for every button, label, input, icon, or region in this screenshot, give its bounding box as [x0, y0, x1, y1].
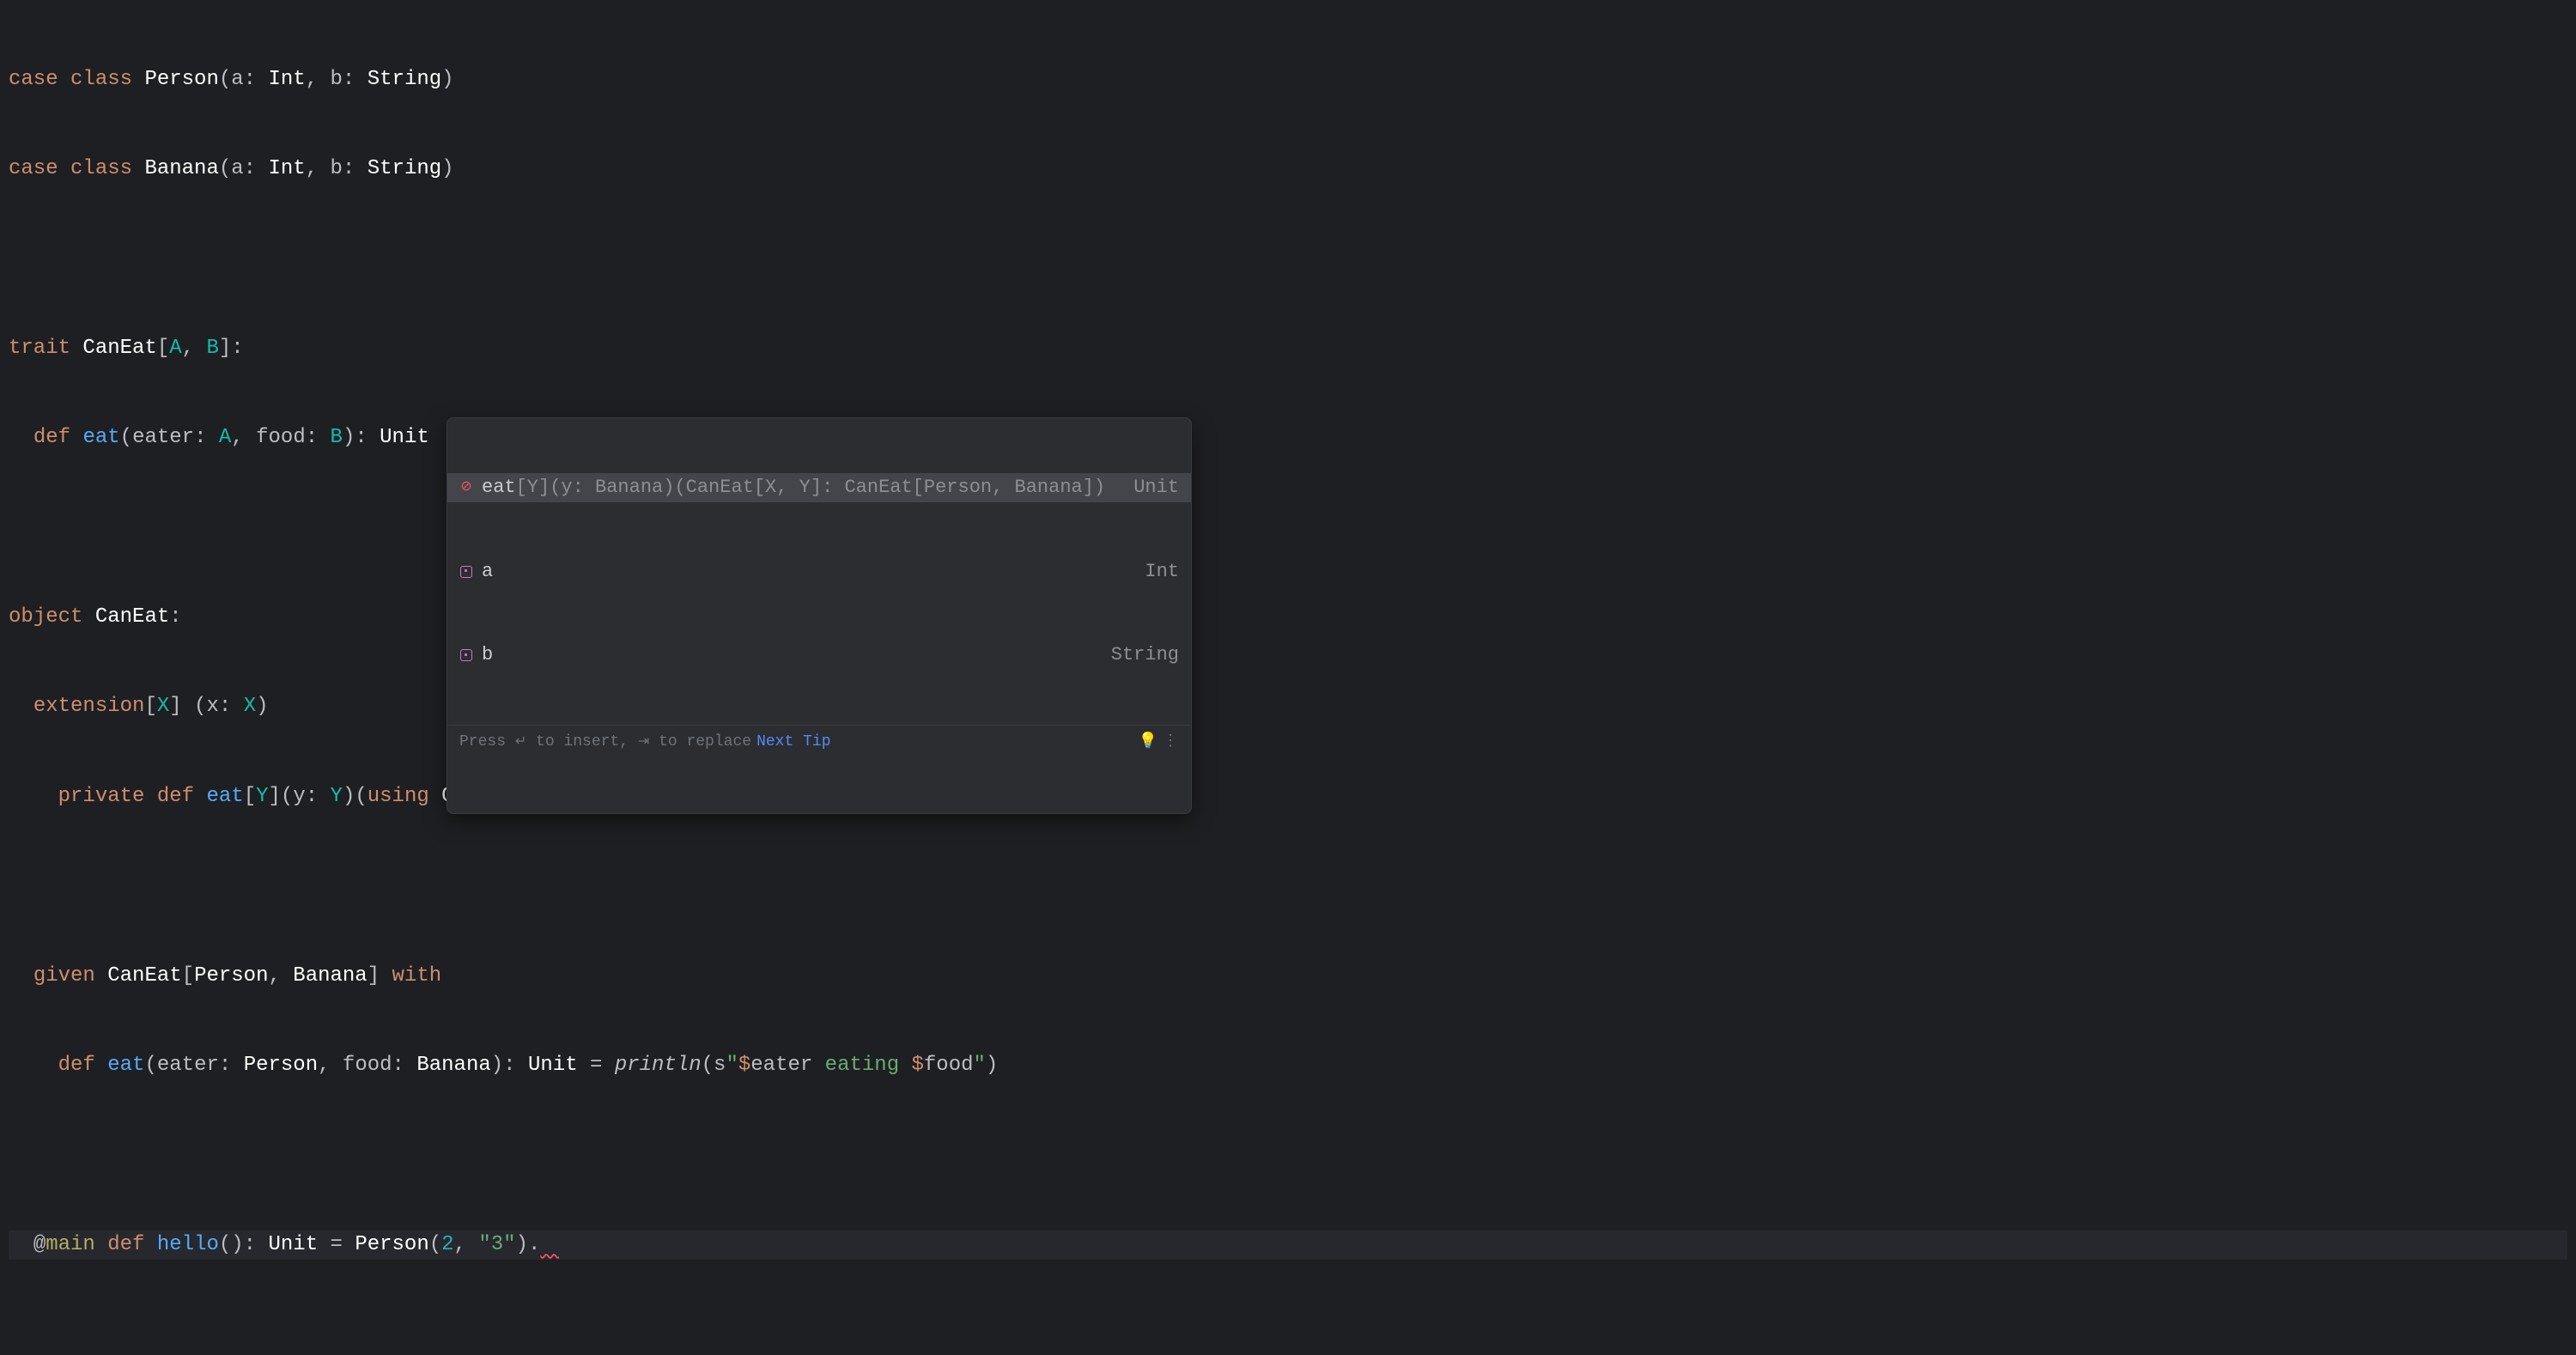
code-line[interactable]: case class Banana(a: Int, b: String) [9, 155, 2567, 185]
autocomplete-item-type: Int [1145, 558, 1179, 586]
autocomplete-hint: Press ↵ to insert, ⇥ to replace [459, 731, 751, 753]
code-line-current[interactable]: @main def hello(): Unit = Person(2, "3")… [9, 1230, 2567, 1261]
autocomplete-item[interactable]: b String [447, 641, 1191, 670]
autocomplete-item-type: Unit [1133, 474, 1179, 501]
autocomplete-item-label: a [482, 558, 1136, 586]
method-icon: ⊘ [459, 481, 473, 495]
autocomplete-item-label: eat[Y](y: Banana)(CanEat[X, Y]: CanEat[P… [482, 474, 1125, 501]
autocomplete-item-label: b [482, 641, 1103, 669]
code-line[interactable] [9, 872, 2567, 902]
code-line[interactable] [9, 1140, 2567, 1170]
next-tip-link[interactable]: Next Tip [756, 731, 830, 753]
code-line[interactable] [9, 513, 2567, 544]
error-squiggle [540, 1241, 559, 1258]
code-editor[interactable]: case class Person(a: Int, b: String) cas… [0, 0, 2576, 1355]
autocomplete-footer: Press ↵ to insert, ⇥ to replace Next Tip… [447, 725, 1191, 758]
code-line[interactable]: given CanEat[Person, Banana] with [9, 962, 2567, 992]
autocomplete-item-type: String [1111, 641, 1179, 669]
lightbulb-icon[interactable]: 💡 [1139, 731, 1157, 753]
type-name: Person [144, 68, 218, 91]
autocomplete-popup[interactable]: ⊘ eat[Y](y: Banana)(CanEat[X, Y]: CanEat… [447, 417, 1192, 814]
code-line[interactable] [9, 244, 2567, 274]
code-line[interactable]: case class Person(a: Int, b: String) [9, 65, 2567, 95]
code-line[interactable]: def eat(eater: Person, food: Banana): Un… [9, 1051, 2567, 1081]
field-icon [459, 648, 473, 662]
field-icon [459, 565, 473, 579]
keyword-case: case [9, 68, 58, 91]
more-icon[interactable]: ⋮ [1163, 731, 1179, 753]
autocomplete-item[interactable]: ⊘ eat[Y](y: Banana)(CanEat[X, Y]: CanEat… [447, 473, 1191, 502]
keyword-class: class [70, 68, 132, 91]
code-line[interactable]: def eat(eater: A, food: B): Unit [9, 423, 2567, 453]
code-line[interactable]: private def eat[Y](y: Y)(using CanEat[X,… [9, 782, 2567, 812]
autocomplete-item[interactable]: a Int [447, 557, 1191, 586]
code-line[interactable]: trait CanEat[A, B]: [9, 334, 2567, 364]
code-line[interactable]: extension[X] (x: X) [9, 692, 2567, 722]
code-line[interactable]: object CanEat: [9, 603, 2567, 633]
